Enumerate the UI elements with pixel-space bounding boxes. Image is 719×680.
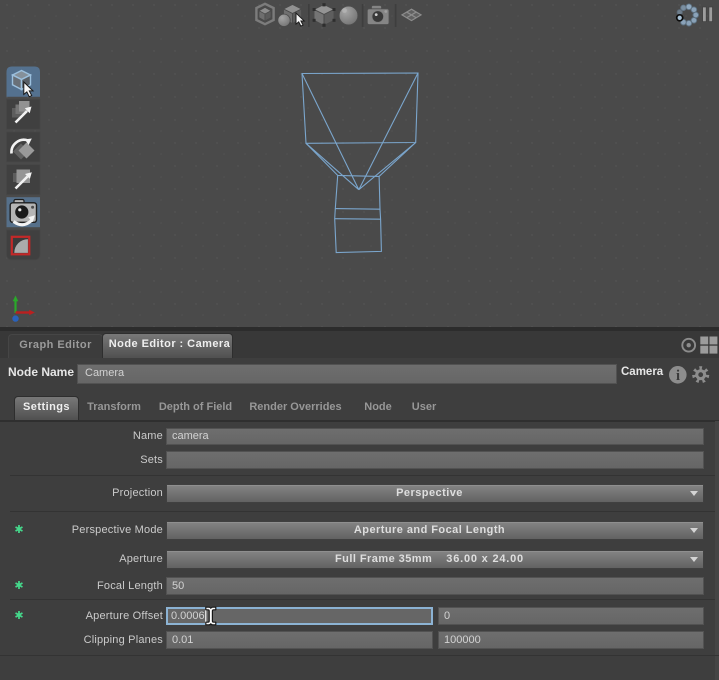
svg-text:i: i [676, 368, 680, 384]
